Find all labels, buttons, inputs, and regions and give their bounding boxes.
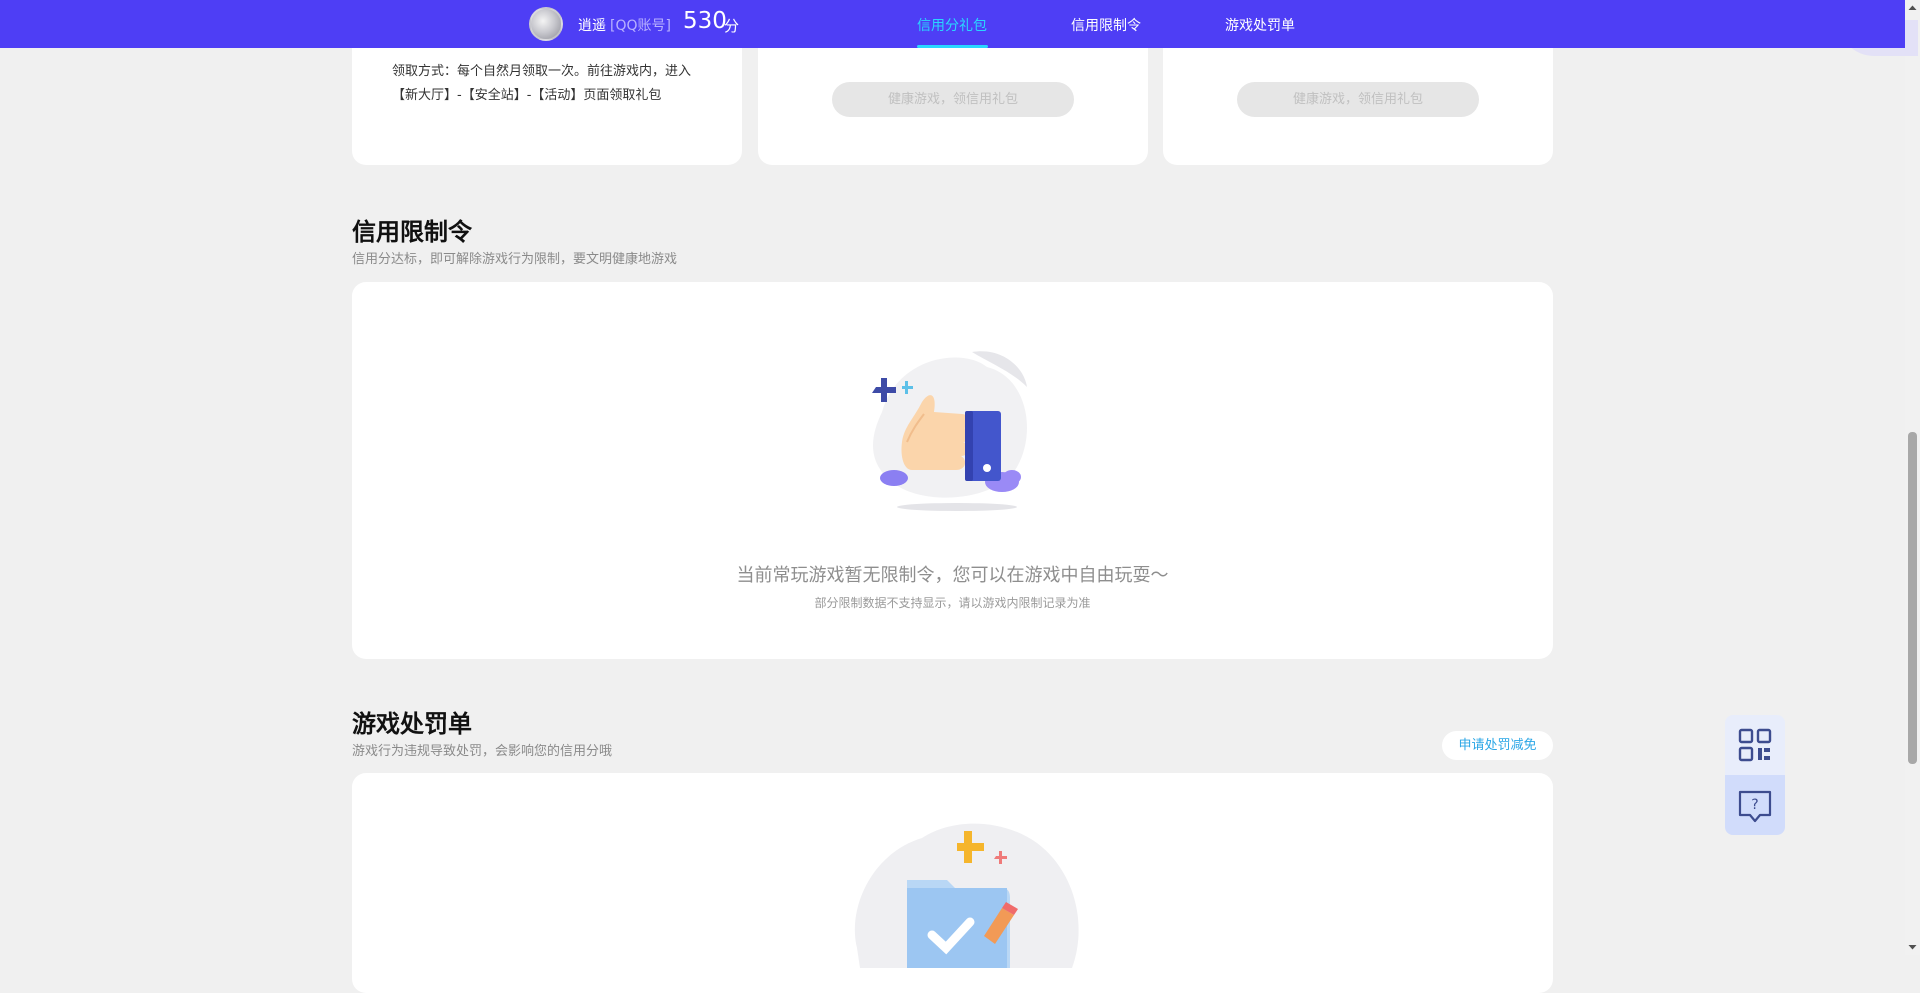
help-button[interactable]: ? xyxy=(1725,775,1785,835)
scroll-up-arrow-icon[interactable] xyxy=(1905,0,1920,17)
restriction-empty-message: 当前常玩游戏暂无限制令，您可以在游戏中自由玩耍～ xyxy=(736,565,1169,586)
account-type: [QQ账号] xyxy=(610,18,671,34)
apply-penalty-reduction-button[interactable]: 申请处罚减免 xyxy=(1442,731,1553,760)
svg-text:?: ? xyxy=(1751,797,1758,813)
tab-game-penalty[interactable]: 游戏处罚单 xyxy=(1225,15,1295,35)
restriction-section-title: 信用限制令 xyxy=(352,218,472,246)
tab-credit-restriction[interactable]: 信用限制令 xyxy=(1071,15,1141,35)
penalty-section-title: 游戏处罚单 xyxy=(352,710,472,738)
top-nav: 逍遥 [QQ账号] 530 分 信用分礼包 信用限制令 游戏处罚单 xyxy=(0,0,1905,48)
thumbs-up-illustration xyxy=(872,351,1027,511)
credit-score: 530 xyxy=(683,8,727,34)
tab-credit-gift[interactable]: 信用分礼包 xyxy=(917,15,987,35)
gift-card-2: 健康游戏，领信用礼包 xyxy=(758,30,1148,165)
qr-code-icon xyxy=(1738,728,1772,762)
claim-gift-button-disabled[interactable]: 健康游戏，领信用礼包 xyxy=(832,82,1074,117)
avatar[interactable] xyxy=(529,7,563,41)
restriction-card: 当前常玩游戏暂无限制令，您可以在游戏中自由玩耍～ 部分限制数据不支持显示，请以游… xyxy=(352,282,1553,659)
penalty-card xyxy=(352,773,1553,993)
claim-gift-button-disabled[interactable]: 健康游戏，领信用礼包 xyxy=(1237,82,1479,117)
gift-card-1: 领取方式：每个自然月领取一次。前往游戏内，进入【新大厅】-【安全站】-【活动】页… xyxy=(352,30,742,165)
scrollbar-thumb[interactable] xyxy=(1908,432,1917,764)
gift-card-3: 健康游戏，领信用礼包 xyxy=(1163,30,1553,165)
help-chat-icon: ? xyxy=(1738,790,1772,823)
restriction-section-subtitle: 信用分达标，即可解除游戏行为限制，要文明健康地游戏 xyxy=(352,252,678,267)
username: 逍遥 xyxy=(578,18,606,34)
folder-check-illustration xyxy=(854,823,1079,968)
scroll-down-arrow-icon[interactable] xyxy=(1905,938,1920,955)
penalty-section-subtitle: 游戏行为违规导致处罚，会影响您的信用分哦 xyxy=(352,744,613,759)
active-tab-indicator xyxy=(917,45,988,48)
claim-method-text: 领取方式：每个自然月领取一次。前往游戏内，进入【新大厅】-【安全站】-【活动】页… xyxy=(392,64,692,103)
qr-code-button[interactable] xyxy=(1725,715,1785,775)
restriction-empty-note: 部分限制数据不支持显示，请以游戏内限制记录为准 xyxy=(814,596,1091,610)
credit-score-unit: 分 xyxy=(724,17,740,35)
